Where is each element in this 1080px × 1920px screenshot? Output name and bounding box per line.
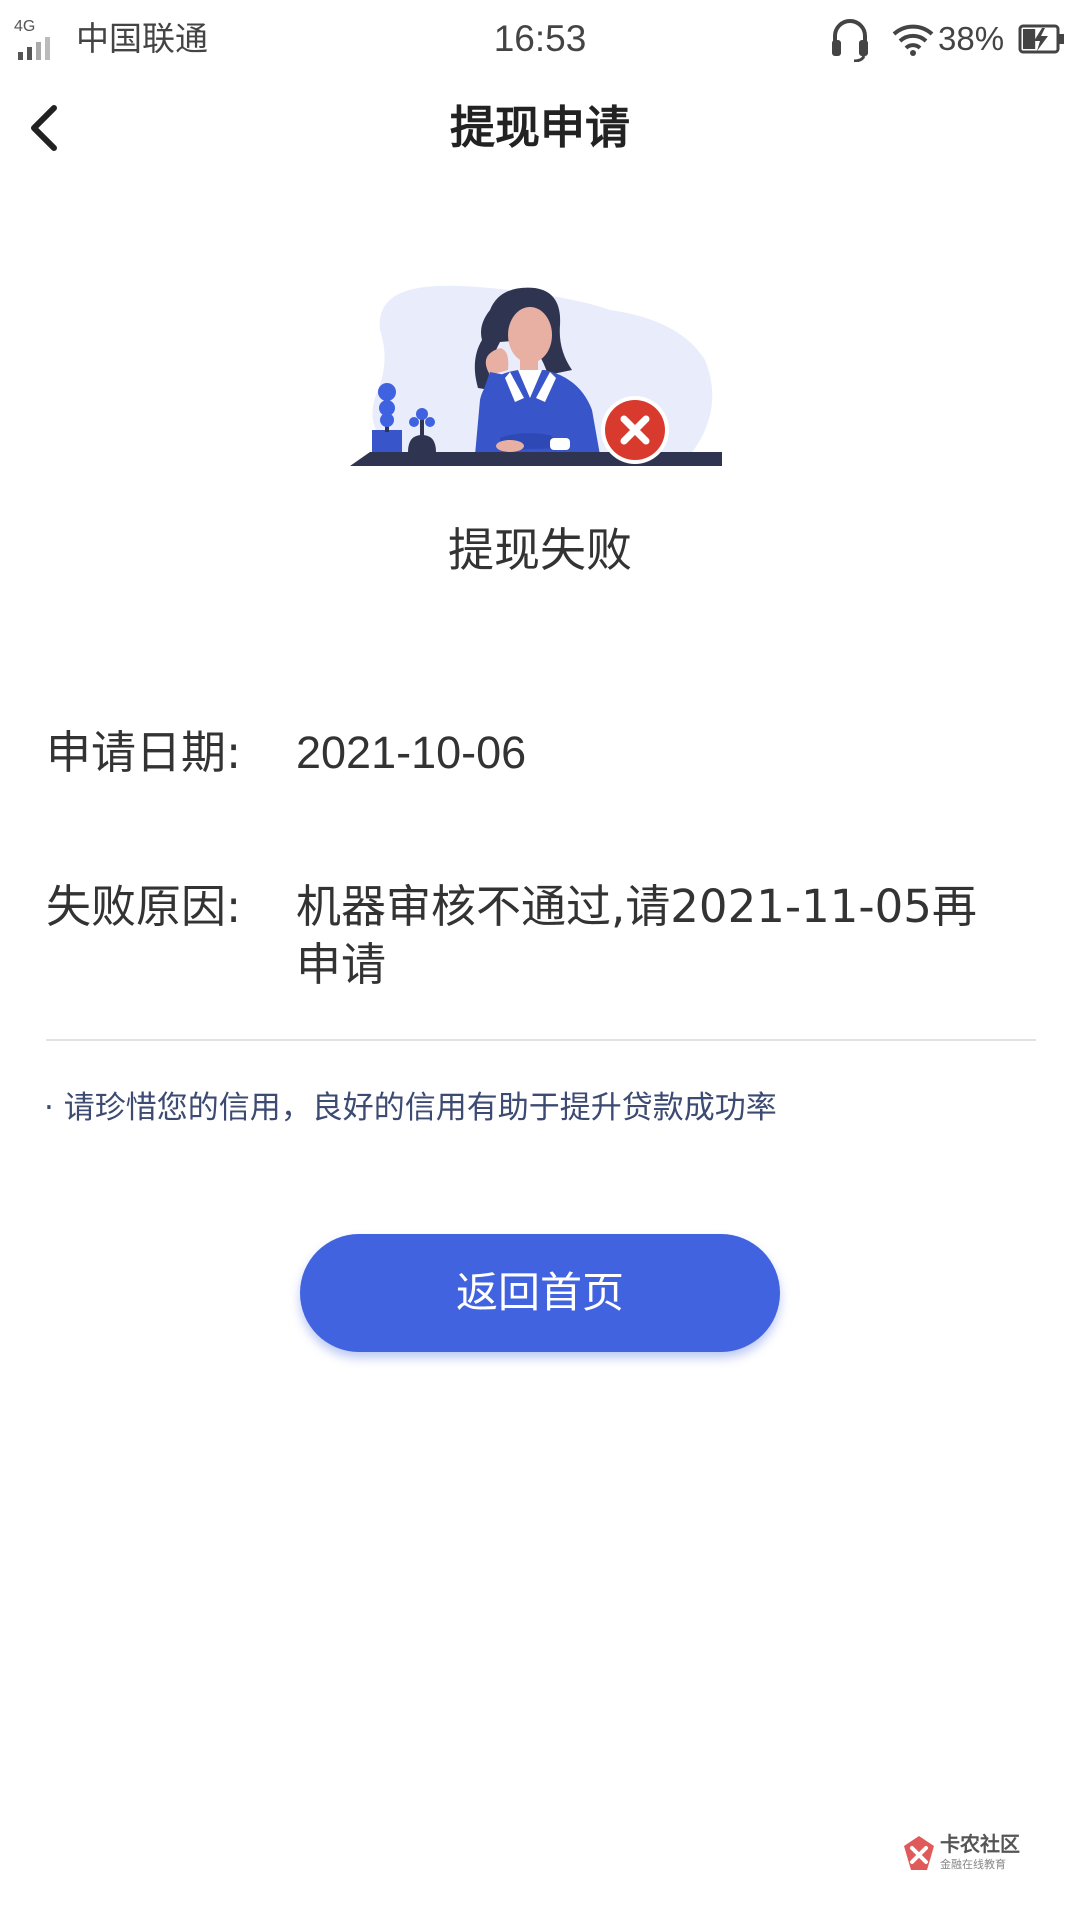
apply-date-value: 2021-10-06 (296, 727, 527, 778)
header: 提现申请 (0, 78, 1080, 178)
error-x-icon (601, 396, 669, 464)
wifi-icon (892, 24, 934, 56)
status-bar: 4G 中国联通 16:53 38% (0, 0, 1080, 78)
battery-percent: 38% (938, 20, 1005, 57)
watermark-name: 卡农社区 (940, 1832, 1020, 1856)
divider (46, 1039, 1036, 1041)
watermark-subtitle: 金融在线教育 (940, 1858, 1006, 1871)
fail-reason-label: 失败原因: (46, 880, 242, 933)
fail-reason-value: 机器审核不通过,请2021-11-05再申请 (296, 880, 977, 991)
apply-date-label: 申请日期: (46, 726, 242, 779)
headset-icon (832, 19, 868, 62)
watermark: 卡农社区 金融在线教育 (902, 1830, 1032, 1880)
result-status-text: 提现失败 (448, 523, 632, 577)
page-title: 提现申请 (449, 101, 630, 154)
credit-tip: · 请珍惜您的信用，良好的信用有助于提升贷款成功率 (44, 1090, 777, 1126)
back-to-home-button[interactable]: 返回首页 (300, 1234, 780, 1352)
kanong-logo-icon (904, 1836, 934, 1870)
woman-at-desk-failed-illustration (350, 285, 722, 466)
battery-charging-icon (1018, 24, 1064, 54)
